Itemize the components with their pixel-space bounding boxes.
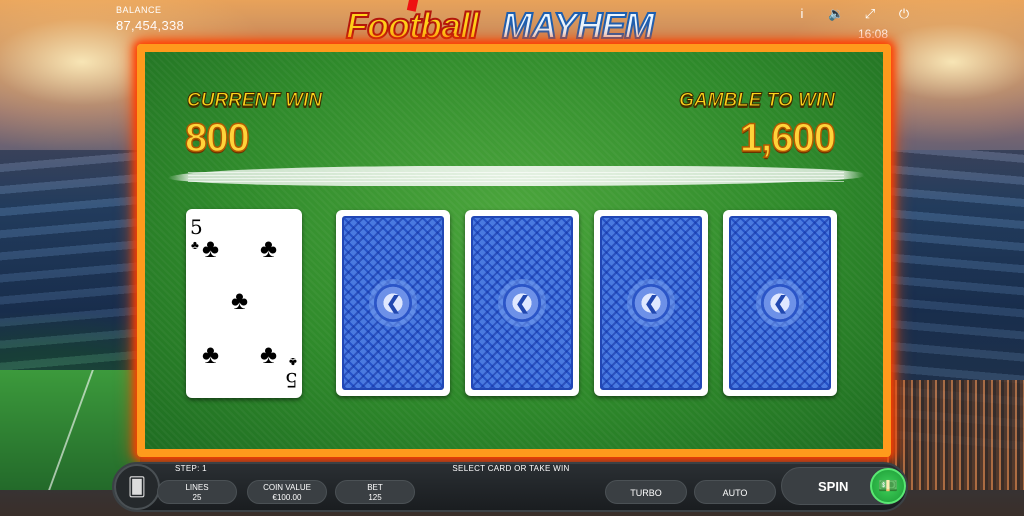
logo-word-football: Football xyxy=(345,4,480,47)
power-icon[interactable]: ⏻ xyxy=(896,6,912,22)
club-icon: ♣ xyxy=(191,238,199,252)
current-win-label: CURRENT WIN xyxy=(186,90,323,112)
step-indicator: STEP: 1 xyxy=(175,464,207,473)
gamble-to-win-value: 1,600 xyxy=(739,115,837,161)
bet-selector[interactable]: BET 125 xyxy=(335,480,415,504)
game-logo: Football MAYHEM xyxy=(345,0,678,47)
coin-value-label: COIN VALUE xyxy=(263,483,311,492)
clock: 16:08 xyxy=(857,27,888,41)
logo-word-mayhem: MAYHEM xyxy=(501,4,655,47)
instruction-message: SELECT CARD OR TAKE WIN xyxy=(452,464,570,473)
info-icon[interactable]: i xyxy=(794,6,810,22)
card-rank: 5 xyxy=(285,368,298,392)
club-icon: ♣ xyxy=(231,285,249,315)
card-back-logo-icon xyxy=(761,284,799,322)
card-back-pattern xyxy=(342,216,444,390)
lines-value: 25 xyxy=(192,493,202,502)
card-back-logo-icon xyxy=(374,284,412,322)
pick-card-3[interactable] xyxy=(594,210,708,396)
pick-card-1[interactable] xyxy=(336,210,450,396)
pick-card-2[interactable] xyxy=(465,210,579,396)
lines-selector[interactable]: LINES 25 xyxy=(157,480,237,504)
bet-value: 125 xyxy=(368,493,382,502)
auto-button[interactable]: AUTO xyxy=(694,480,776,504)
club-icon: ♣ xyxy=(289,355,297,369)
cards-icon: 🂠 xyxy=(127,476,147,497)
money-icon: 💵 xyxy=(878,478,898,495)
card-back-pattern xyxy=(600,216,702,390)
card-rank: 5 xyxy=(190,215,203,239)
coin-value-selector[interactable]: COIN VALUE €100.00 xyxy=(247,480,327,504)
bet-label: BET xyxy=(367,483,383,492)
top-toolbar: i 🔉 ⤢ ⏻ xyxy=(794,6,912,22)
current-win-value: 800 xyxy=(184,115,250,161)
coin-value-value: €100.00 xyxy=(272,493,302,502)
sound-icon[interactable]: 🔉 xyxy=(828,6,844,22)
card-back-logo-icon xyxy=(503,284,541,322)
card-back-pattern xyxy=(729,216,831,390)
lines-label: LINES xyxy=(185,483,209,492)
card-back-pattern xyxy=(471,216,573,390)
club-icon: ♣ xyxy=(202,233,220,263)
stadium-crowd xyxy=(884,380,1024,490)
dealer-card: 5 ♣ ♣ ♣ ♣ ♣ ♣ ♣ 5 xyxy=(186,209,302,398)
club-icon: ♣ xyxy=(202,339,220,369)
gamble-to-win-label: GAMBLE TO WIN xyxy=(679,90,836,112)
card-back-logo-icon xyxy=(632,284,670,322)
turbo-button[interactable]: TURBO xyxy=(605,480,687,504)
balance-label: BALANCE xyxy=(116,5,162,15)
gamble-history-button[interactable]: 🂠 xyxy=(114,464,160,510)
brush-divider xyxy=(168,166,864,186)
club-icon: ♣ xyxy=(260,233,278,263)
fullscreen-icon[interactable]: ⤢ xyxy=(862,6,878,22)
pick-card-4[interactable] xyxy=(723,210,837,396)
club-icon: ♣ xyxy=(260,339,278,369)
collect-win-button[interactable]: 💵 xyxy=(870,468,906,504)
balance-value: 87,454,338 xyxy=(116,18,185,33)
